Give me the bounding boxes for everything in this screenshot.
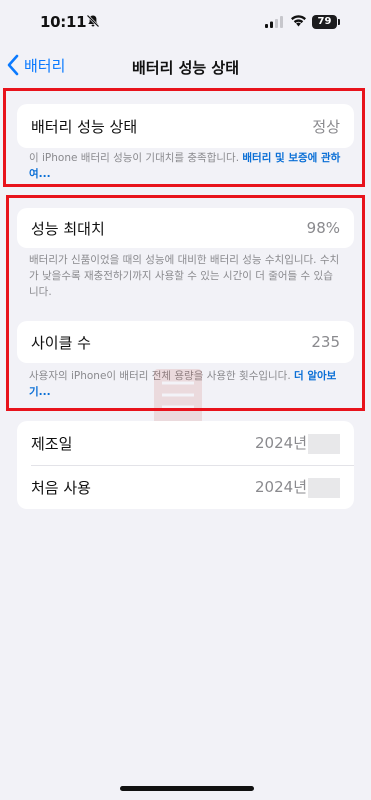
navigation-bar: 배터리 배터리 성능 상태: [0, 46, 371, 88]
highlight-box-capacity: [6, 195, 365, 411]
manufacture-date-row: 제조일 2024년: [17, 421, 354, 465]
battery-tip: [338, 19, 340, 25]
battery-info-group: 제조일 2024년 처음 사용 2024년: [17, 421, 354, 509]
page-title: 배터리 성능 상태: [131, 59, 240, 77]
status-bar: 10:11 79: [0, 0, 371, 46]
bell-slash-icon: [86, 14, 100, 28]
wifi-icon: [291, 15, 306, 27]
battery-icon: 79: [312, 15, 337, 29]
first-use-text: 2024년: [255, 478, 307, 497]
home-indicator: [120, 786, 254, 791]
first-use-label: 처음 사용: [31, 478, 91, 497]
manufacture-date-text: 2024년: [255, 434, 307, 453]
highlight-box-health: [3, 88, 365, 187]
manufacture-date-value: 2024년: [255, 432, 340, 454]
status-time: 10:11: [40, 13, 87, 31]
manufacture-date-label: 제조일: [31, 434, 73, 453]
redacted-block: [308, 477, 340, 498]
first-use-value: 2024년: [255, 476, 340, 498]
first-use-row: 처음 사용 2024년: [17, 465, 354, 509]
redacted-block: [308, 433, 340, 454]
signal-icon: [265, 16, 283, 28]
